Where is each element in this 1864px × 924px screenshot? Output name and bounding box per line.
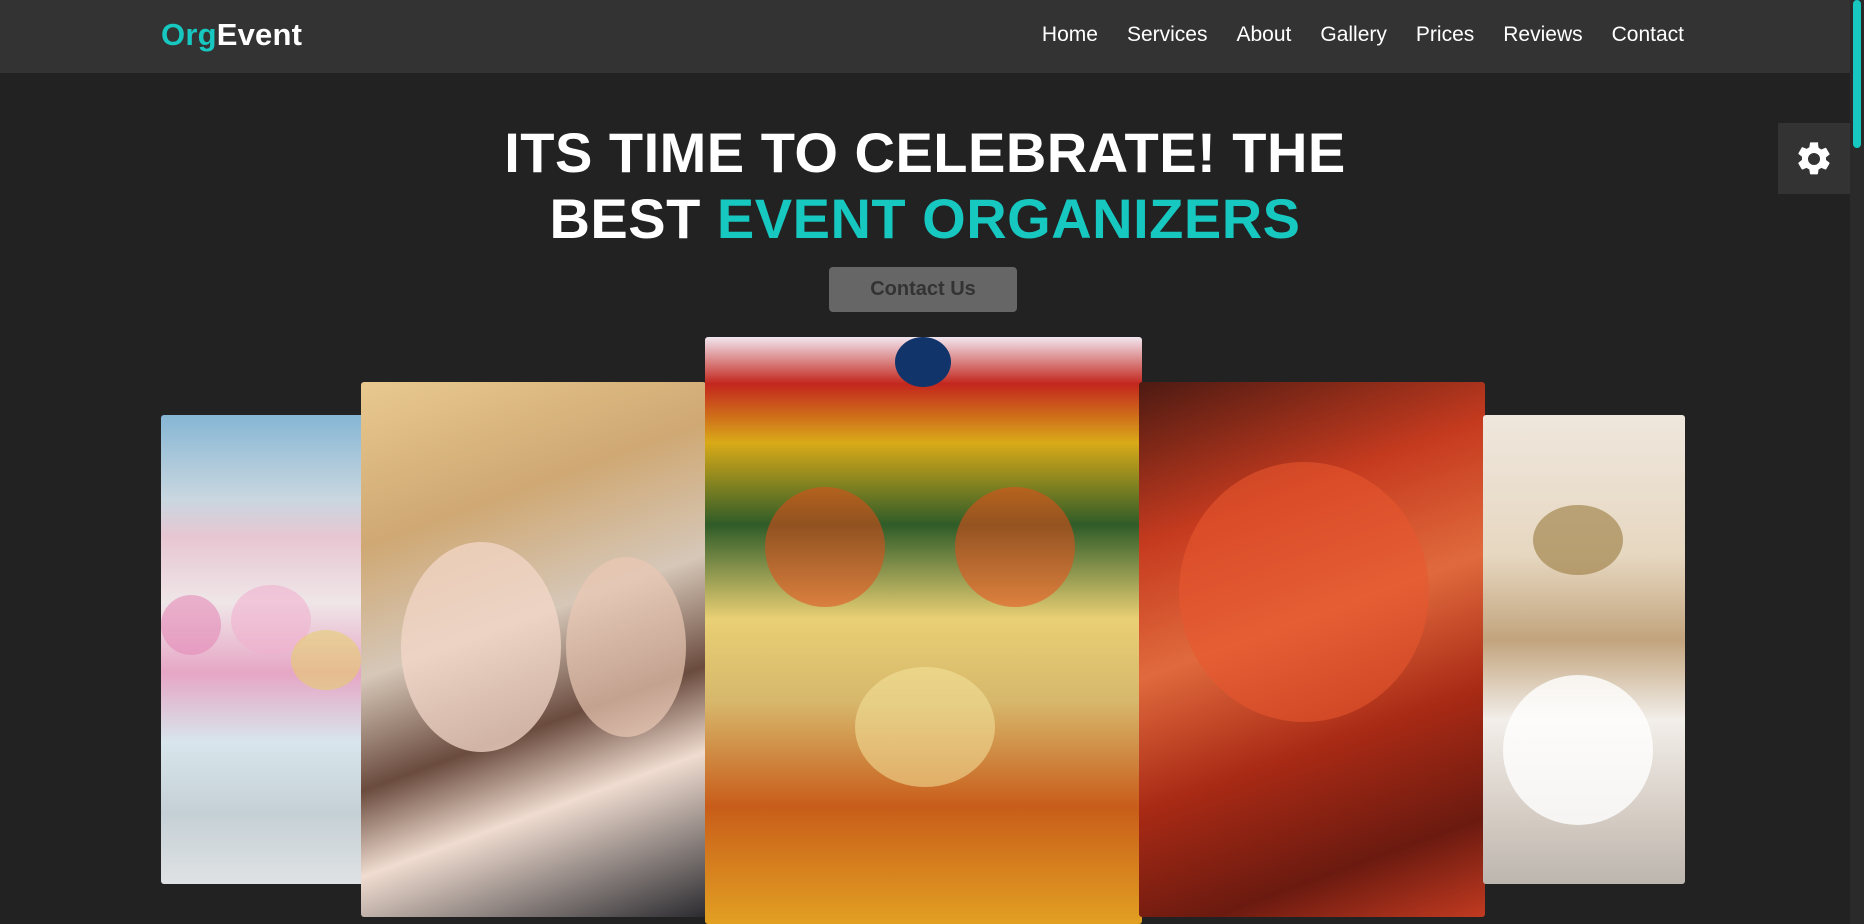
gear-icon (1798, 141, 1830, 174)
nav-link-contact[interactable]: Contact (1612, 22, 1684, 48)
hero-title-accent: EVENT ORGANIZERS (716, 187, 1301, 250)
flower-decoration (955, 487, 1075, 607)
flower-decoration (161, 595, 221, 655)
gallery-image-4[interactable] (1139, 382, 1485, 917)
nav-link-prices[interactable]: Prices (1416, 22, 1474, 48)
nav-link-about[interactable]: About (1236, 22, 1291, 48)
main-nav: Home Services About Gallery Prices Revie… (1013, 22, 1684, 48)
nav-link-gallery[interactable]: Gallery (1320, 22, 1387, 48)
nav-link-services[interactable]: Services (1127, 22, 1208, 48)
gallery-image-2[interactable] (361, 382, 706, 917)
flower-decoration (291, 630, 361, 690)
hero-section: ITS TIME TO CELEBRATE! THE BEST EVENT OR… (0, 120, 1850, 252)
logo-accent: Org (161, 17, 217, 52)
hero-title: ITS TIME TO CELEBRATE! THE BEST EVENT OR… (0, 120, 1850, 252)
wedding-dress (1503, 675, 1653, 825)
flower-decoration (765, 487, 885, 607)
site-header: OrgEvent Home Services About Gallery Pri… (0, 0, 1850, 73)
chandelier (1533, 505, 1623, 575)
groom-face-area (566, 557, 686, 737)
nav-link-reviews[interactable]: Reviews (1503, 22, 1582, 48)
fabric-rose (1179, 462, 1429, 722)
site-logo[interactable]: OrgEvent (161, 17, 302, 53)
settings-button[interactable] (1778, 123, 1850, 194)
hero-title-line2: BEST (549, 187, 717, 250)
logo-text: Event (216, 17, 303, 52)
hero-title-line1: ITS TIME TO CELEBRATE! THE (504, 121, 1346, 184)
vertical-scrollbar[interactable] (1850, 0, 1864, 924)
stage-light (855, 667, 995, 787)
nav-link-home[interactable]: Home (1042, 22, 1098, 48)
gallery-image-5[interactable] (1483, 415, 1685, 884)
lantern-decoration (895, 337, 951, 387)
gallery-image-3[interactable] (705, 337, 1142, 924)
contact-us-button[interactable]: Contact Us (829, 267, 1017, 312)
scrollbar-thumb[interactable] (1853, 0, 1861, 148)
bride-face-area (401, 542, 561, 752)
gallery-image-1[interactable] (161, 415, 366, 884)
